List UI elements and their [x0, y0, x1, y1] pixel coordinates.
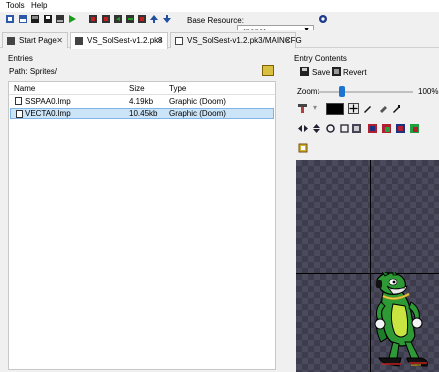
brush-icon[interactable]: [392, 104, 401, 113]
colourise-icon[interactable]: [382, 124, 391, 133]
tab-archive[interactable]: VS_SolSest-v1.2.pk3 ✕: [70, 32, 168, 49]
entries-list-header: Name Size Type: [9, 82, 275, 95]
resize-icon[interactable]: [352, 124, 361, 133]
align-icon[interactable]: [298, 104, 307, 113]
save-icon[interactable]: [300, 67, 309, 76]
entry-contents-title: Entry Contents: [294, 54, 347, 63]
graphic-canvas[interactable]: [296, 160, 439, 372]
move-tool-icon[interactable]: [348, 103, 359, 114]
move-up-icon[interactable]: [149, 14, 159, 24]
save-all-icon[interactable]: [55, 14, 65, 24]
translate-icon[interactable]: [368, 124, 377, 133]
new-entry-icon[interactable]: [88, 14, 98, 24]
zoom-slider-handle[interactable]: [339, 86, 345, 97]
text-file-icon: [175, 37, 183, 45]
entries-title: Entries: [8, 54, 33, 63]
move-down-icon[interactable]: [162, 14, 172, 24]
entries-list[interactable]: Name Size Type SSPAA0.lmp 4.19kb Graphic…: [8, 81, 276, 370]
tab-maincfg[interactable]: VS_SolSest-v1.2.pk3/MAINCFG ✕: [170, 32, 302, 48]
eraser-icon[interactable]: [379, 104, 388, 113]
import-icon[interactable]: [101, 14, 111, 24]
home-icon: [7, 37, 15, 45]
entry-type: Graphic (Doom): [169, 97, 226, 106]
archive-icon: [75, 37, 83, 45]
close-icon[interactable]: ✕: [156, 36, 163, 45]
entry-size: 4.19kb: [129, 97, 154, 106]
save-button[interactable]: Save: [312, 68, 330, 77]
base-resource-settings-icon[interactable]: [318, 14, 328, 24]
folder-up-button[interactable]: [262, 65, 274, 76]
tab-bar: Start Page ✕ VS_SolSest-v1.2.pk3 ✕ VS_So…: [0, 30, 439, 49]
rotate-icon[interactable]: [326, 124, 335, 133]
table-row-selected[interactable]: VECTA0.lmp 10.45kb Graphic (Doom): [10, 108, 274, 119]
menu-tools[interactable]: Tools: [6, 1, 25, 10]
zoom-label: Zoom:: [297, 87, 320, 96]
entry-name: SSPAA0.lmp: [25, 97, 71, 106]
close-icon[interactable]: ✕: [284, 36, 291, 45]
tab-start-page[interactable]: Start Page ✕: [2, 32, 68, 48]
base-resource-label: Base Resource:: [187, 16, 244, 25]
entry-type: Graphic (Doom): [169, 109, 226, 118]
menu-bar: Tools Help: [0, 0, 439, 12]
sprite-image: [374, 272, 428, 367]
main-toolbar: Base Resource: <none> ▼: [0, 12, 439, 38]
crop-icon[interactable]: [340, 124, 349, 133]
export-icon[interactable]: [113, 14, 123, 24]
entry-size: 10.45kb: [129, 109, 158, 118]
zoom-value: 100%: [418, 87, 439, 96]
entries-path: Path: Sprites/: [9, 67, 58, 76]
new-directory-icon[interactable]: [18, 14, 28, 24]
palette-convert-icon[interactable]: [410, 124, 419, 133]
color-swatch[interactable]: [326, 103, 344, 115]
save-icon[interactable]: [43, 14, 53, 24]
menu-help[interactable]: Help: [31, 1, 47, 10]
chevron-down-icon[interactable]: ▾: [313, 103, 317, 112]
column-size[interactable]: Size: [129, 84, 145, 93]
pencil-icon[interactable]: [363, 104, 372, 113]
tint-icon[interactable]: [396, 124, 405, 133]
revert-icon[interactable]: [332, 67, 341, 76]
zoom-slider-track[interactable]: [318, 91, 413, 93]
flip-horizontal-icon[interactable]: [298, 124, 308, 133]
table-row[interactable]: SSPAA0.lmp 4.19kb Graphic (Doom): [10, 96, 274, 107]
entry-name: VECTA0.lmp: [25, 109, 71, 118]
offset-icon[interactable]: [298, 143, 308, 153]
open-icon[interactable]: [30, 14, 40, 24]
tab-label: VS_SolSest-v1.2.pk3: [87, 36, 163, 45]
revert-button[interactable]: Revert: [343, 68, 367, 77]
column-type[interactable]: Type: [169, 84, 186, 93]
tab-label: Start Page: [19, 36, 57, 45]
delete-icon[interactable]: [137, 14, 147, 24]
graphic-file-icon: [16, 110, 23, 118]
column-name[interactable]: Name: [14, 84, 35, 93]
rename-icon[interactable]: [125, 14, 135, 24]
close-icon[interactable]: ✕: [56, 36, 63, 45]
graphic-file-icon: [15, 97, 22, 105]
flip-vertical-icon[interactable]: [312, 124, 321, 133]
run-icon[interactable]: [67, 14, 77, 24]
new-archive-icon[interactable]: [5, 14, 15, 24]
